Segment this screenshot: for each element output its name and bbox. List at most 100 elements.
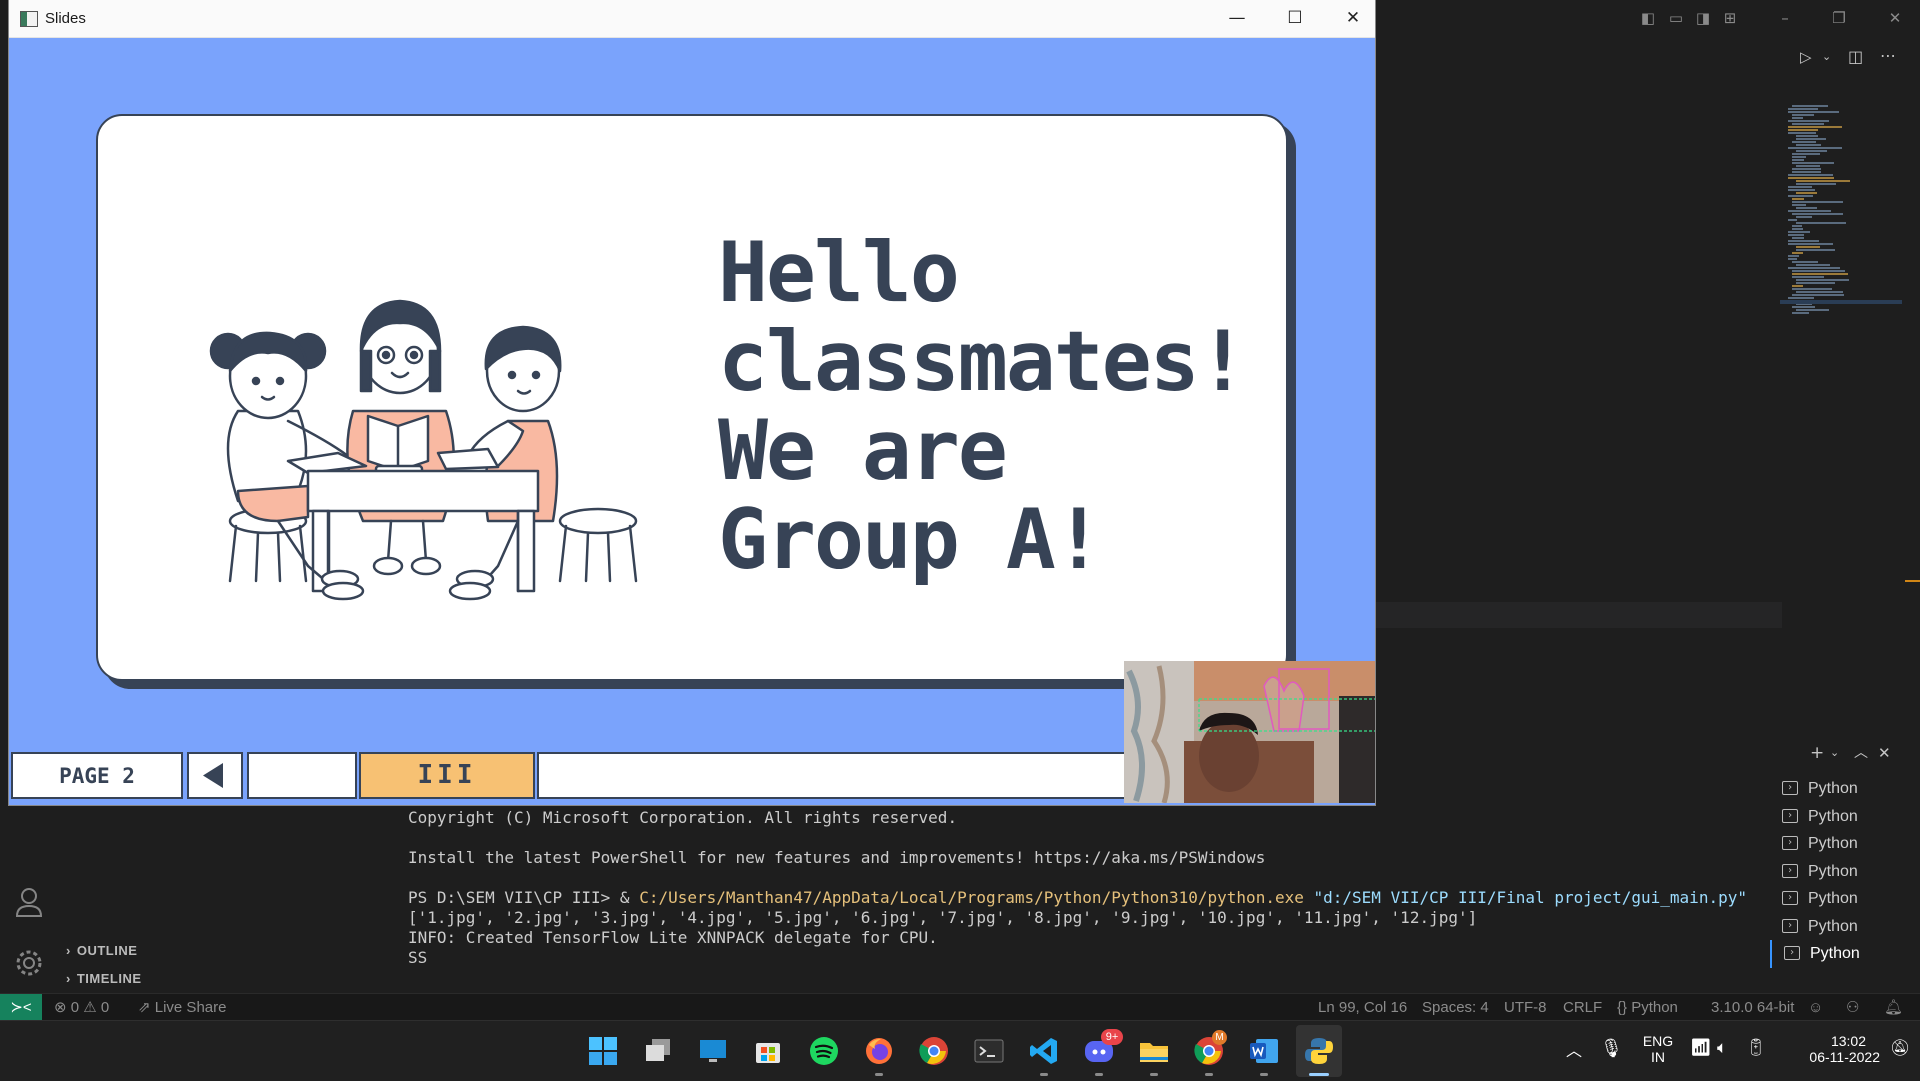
system-tray: ︿ 🎙︎ ENG IN 📶︎ 🔈︎ 🔋︎ 13:02 06-11-2022 🔕︎ [1560, 1021, 1920, 1081]
error-count: 0 [70, 999, 80, 1016]
clock[interactable]: 13:02 06-11-2022 [1780, 1033, 1880, 1065]
minimap-line [1788, 255, 1799, 257]
notification-center-icon[interactable]: 🔕︎ [1890, 1038, 1910, 1058]
windows-start-icon[interactable] [587, 1035, 619, 1067]
pause-button[interactable]: III [359, 752, 535, 799]
terminal-tab-item[interactable]: › Python [1770, 803, 1920, 831]
toggle-primary-sidebar-icon[interactable]: ◧ [1638, 8, 1658, 28]
terminal-icon: › [1782, 836, 1798, 850]
terminal-tab-item[interactable]: › Python [1770, 830, 1920, 858]
triangle-left-icon [203, 763, 223, 788]
minimap-line [1796, 138, 1826, 140]
language-mode[interactable]: {} Python [1617, 994, 1678, 1021]
end-of-line[interactable]: CRLF [1563, 994, 1602, 1021]
terminal-command-line: PS D:\SEM VII\CP III> & C:/Users/Manthan… [408, 888, 1768, 908]
minimap-line [1788, 231, 1810, 233]
chrome-icon[interactable] [918, 1035, 950, 1067]
terminal-tab-label: Python [1810, 945, 1860, 962]
desktop-icon[interactable] [697, 1035, 729, 1067]
firefox-icon[interactable] [863, 1035, 895, 1067]
manage-gear-icon[interactable] [13, 947, 45, 979]
file-encoding[interactable]: UTF-8 [1504, 994, 1547, 1021]
split-editor-icon[interactable]: ◫ [1848, 47, 1863, 66]
toggle-secondary-sidebar-icon[interactable]: ◨ [1693, 8, 1713, 28]
microphone-icon[interactable]: 🎙︎ [1600, 1038, 1623, 1059]
live-share-button[interactable]: ⇗ Live Share [138, 994, 226, 1021]
battery-icon[interactable]: 🔋︎ [1745, 1038, 1767, 1058]
volume-icon[interactable]: 🔈︎ [1717, 1038, 1727, 1058]
previous-slide-button[interactable] [187, 752, 243, 799]
minimap-line [1792, 168, 1821, 170]
outline-section[interactable]: › OUTLINE [66, 943, 137, 958]
customize-layout-icon[interactable]: ⊞ [1720, 8, 1740, 28]
python-interpreter[interactable]: 3.10.0 64-bit [1711, 994, 1794, 1021]
minimap[interactable] [1788, 105, 1908, 325]
minimap-line [1788, 129, 1818, 131]
terminal-icon: › [1782, 891, 1798, 905]
close-button[interactable]: ✕ [1324, 0, 1382, 37]
new-terminal-icon[interactable]: + [1810, 742, 1824, 764]
close-icon[interactable]: ✕ [1885, 8, 1905, 28]
python-icon[interactable] [1303, 1035, 1335, 1067]
microsoft-store-icon[interactable] [752, 1035, 784, 1067]
webcam-preview [1124, 661, 1375, 803]
run-dropdown-icon[interactable]: ⌄ [1822, 50, 1831, 63]
run-python-icon[interactable]: ▷ [1800, 48, 1812, 66]
live-share-label: Live Share [154, 999, 227, 1016]
minimap-line [1792, 204, 1806, 206]
terminal-tab-item-active[interactable]: › Python [1770, 940, 1920, 968]
slides-window: Slides — ☐ ✕ Hello classmates! We are Gr… [9, 0, 1375, 805]
minimize-button[interactable]: — [1208, 0, 1266, 37]
minimap-line [1788, 132, 1816, 134]
slides-titlebar: Slides — ☐ ✕ [9, 0, 1375, 38]
spotify-icon[interactable] [808, 1035, 840, 1067]
restore-icon[interactable]: ❐ [1829, 8, 1849, 28]
terminal-tab-item[interactable]: › Python [1770, 913, 1920, 941]
terminal-app-icon[interactable] [973, 1035, 1005, 1067]
problems-indicator[interactable]: ⊗ 0 ⚠ 0 [54, 994, 109, 1021]
minimap-line [1792, 237, 1804, 239]
minimap-line [1792, 105, 1828, 107]
feedback-icon[interactable]: ⚇ [1846, 994, 1859, 1021]
wifi-icon[interactable]: 📶︎ [1690, 1038, 1712, 1058]
minimap-line [1792, 294, 1844, 296]
notification-badge: 9+ [1101, 1029, 1123, 1045]
minimap-slider[interactable] [1780, 300, 1902, 304]
terminal-icon: › [1784, 946, 1800, 960]
vscode-icon[interactable] [1028, 1035, 1060, 1067]
accounts-icon[interactable] [14, 886, 44, 918]
terminal-tab-item[interactable]: › Python [1770, 858, 1920, 886]
minimap-line [1796, 135, 1818, 137]
show-hidden-icons-icon[interactable]: ︿ [1566, 1037, 1582, 1061]
language-indicator[interactable]: ENG IN [1638, 1033, 1678, 1065]
task-view-icon[interactable] [642, 1035, 674, 1067]
word-icon[interactable] [1248, 1035, 1280, 1067]
copilot-icon[interactable]: ☺ [1808, 994, 1823, 1021]
terminal-tab-item[interactable]: › Python [1770, 885, 1920, 913]
terminal-output[interactable]: Copyright (C) Microsoft Corporation. All… [408, 808, 1768, 968]
minimap-line [1792, 153, 1820, 155]
timeline-section[interactable]: › TIMELINE [66, 971, 142, 986]
terminal-dropdown-icon[interactable]: ⌄ [1830, 742, 1839, 764]
file-explorer-icon[interactable] [1138, 1035, 1170, 1067]
terminal-line: SS [408, 948, 428, 967]
notifications-icon[interactable]: 🔔︎ [1884, 994, 1903, 1021]
terminal-list: › Python › Python › Python › Python › Python … [1770, 775, 1920, 968]
terminal-tab-label: Python [1808, 917, 1858, 935]
maximize-button[interactable]: ☐ [1266, 0, 1324, 37]
close-panel-icon[interactable]: ✕ [1878, 742, 1891, 764]
minimap-line [1792, 201, 1843, 203]
toggle-panel-icon[interactable]: ▭ [1666, 8, 1686, 28]
indentation[interactable]: Spaces: 4 [1422, 994, 1489, 1021]
chrome-profile-icon-wrapper[interactable]: M [1193, 1030, 1227, 1067]
discord-icon-wrapper[interactable]: 9+ [1083, 1029, 1123, 1067]
minimize-icon[interactable]: – [1775, 8, 1795, 28]
minimap-line [1796, 264, 1830, 266]
more-actions-icon[interactable]: ⋯ [1880, 46, 1896, 65]
terminal-tab-item[interactable]: › Python [1770, 775, 1920, 803]
navigation-filler [537, 752, 1127, 799]
maximize-panel-icon[interactable]: ︿ [1854, 742, 1868, 764]
minimap-line [1788, 108, 1818, 110]
remote-indicator-icon[interactable]: ≻< [0, 994, 42, 1021]
cursor-position[interactable]: Ln 99, Col 16 [1318, 994, 1407, 1021]
